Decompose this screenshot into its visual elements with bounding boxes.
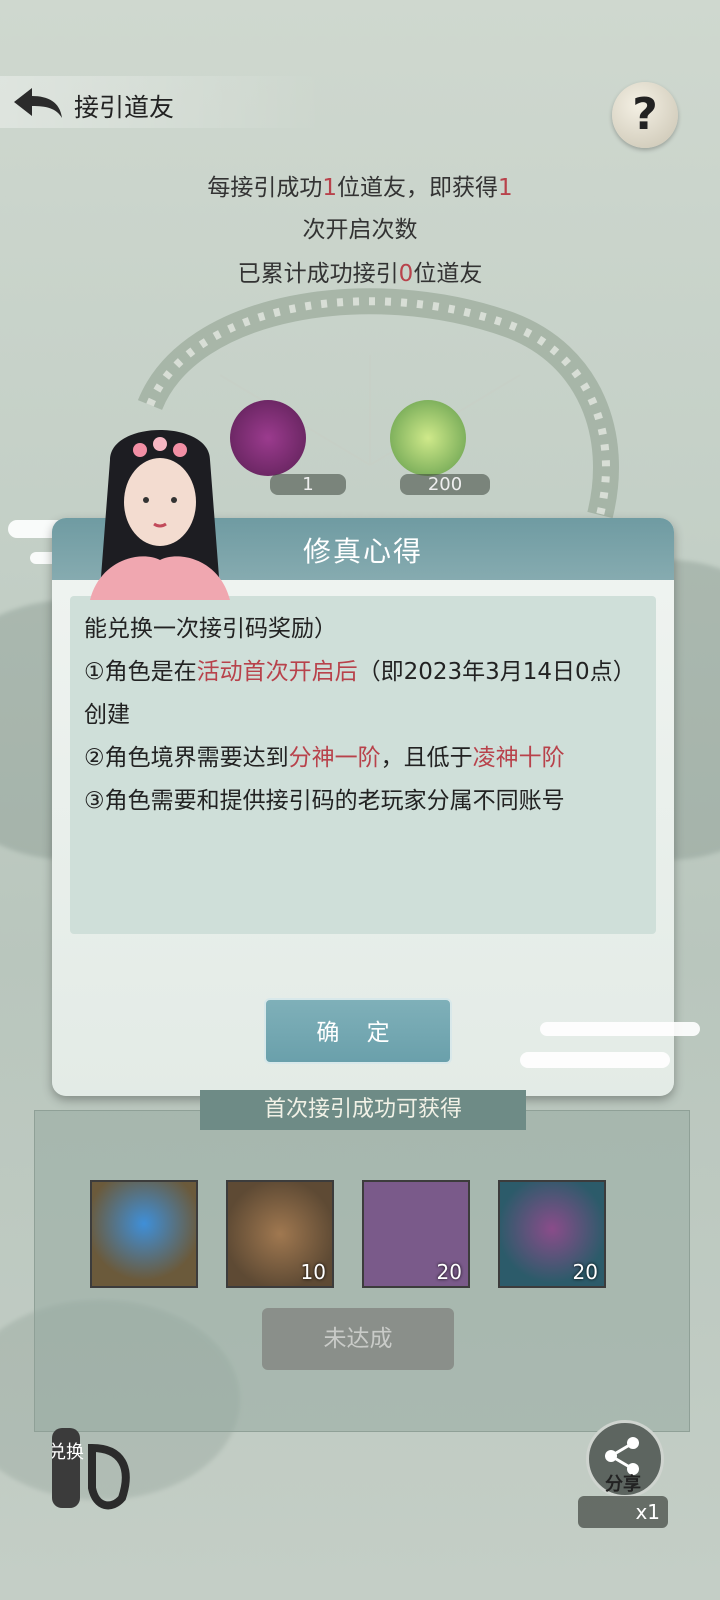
- cloud-decoration: [540, 1022, 700, 1036]
- confirm-button[interactable]: 确 定: [264, 998, 452, 1064]
- share-label: 分享: [605, 1474, 641, 1495]
- reward-panel-title: 首次接引成功可获得: [200, 1090, 526, 1130]
- exchange-icon[interactable]: 兑换: [52, 1428, 142, 1518]
- cloud-decoration: [520, 1052, 670, 1068]
- character-portrait: [90, 430, 230, 600]
- blue-orb-icon[interactable]: [90, 1180, 198, 1288]
- reward-count: 200: [400, 474, 490, 495]
- help-button[interactable]: ?: [612, 82, 678, 148]
- rules-text: 能兑换一次接引码奖励） ①角色是在活动首次开启后（即2023年3月14日0点）创…: [84, 616, 636, 814]
- dialog-content[interactable]: 能兑换一次接引码奖励） ①角色是在活动首次开启后（即2023年3月14日0点）创…: [70, 596, 656, 934]
- invite-reward-info: 每接引成功1位道友，即获得1: [207, 175, 513, 201]
- page-title: 接引道友: [74, 93, 175, 122]
- purple-pouch-icon: [230, 400, 306, 476]
- open-count-info: 次开启次数: [302, 217, 418, 243]
- item-count: 10: [300, 1260, 326, 1284]
- item-count: 20: [572, 1260, 598, 1284]
- rules-dialog: 修真心得 能兑换一次接引码奖励） ①角色是在活动首次开启后（即2023年3月14…: [52, 518, 674, 1096]
- reward-count: 1: [270, 474, 346, 495]
- treasure-chest-icon[interactable]: 10: [226, 1180, 334, 1288]
- invited-count-info: 已累计成功接引0位道友: [237, 261, 483, 287]
- back-arrow-icon[interactable]: [10, 84, 66, 124]
- seeds-icon[interactable]: 20: [362, 1180, 470, 1288]
- item-count: 20: [436, 1260, 462, 1284]
- not-achieved-button[interactable]: 未达成: [262, 1308, 454, 1370]
- share-count: x1: [578, 1496, 668, 1528]
- purple-orb-icon[interactable]: 20: [498, 1180, 606, 1288]
- exchange-label: 兑换: [52, 1442, 84, 1463]
- jade-pendant-icon: [390, 400, 466, 476]
